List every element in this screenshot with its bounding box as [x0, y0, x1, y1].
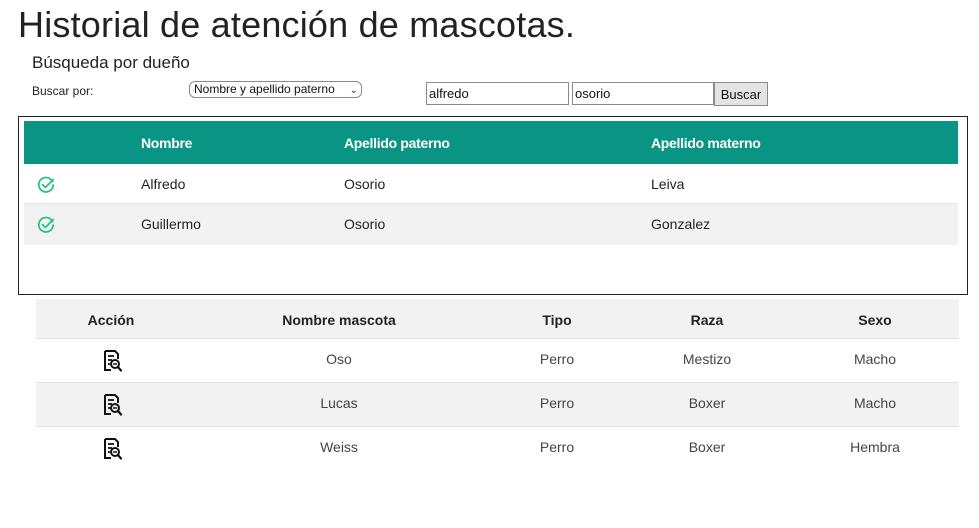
pet-sexo: Hembra	[850, 439, 900, 455]
search-button[interactable]: Buscar	[714, 82, 768, 106]
header-nombre: Nombre	[141, 135, 193, 151]
owner-row[interactable]: Guillermo Osorio Gonzalez	[24, 203, 958, 245]
pets-table-header: Acción Nombre mascota Tipo Raza Sexo	[36, 299, 959, 339]
owner-apellido-materno: Gonzalez	[651, 216, 711, 232]
owner-name-input[interactable]	[426, 82, 569, 105]
header-accion: Acción	[87, 312, 135, 328]
owners-table-header: Nombre Apellido paterno Apellido materno	[24, 121, 958, 164]
pet-sexo: Macho	[853, 351, 897, 367]
search-by-label: Buscar por:	[32, 84, 94, 98]
check-circle-icon[interactable]	[37, 216, 55, 234]
owner-nombre: Alfredo	[141, 176, 186, 192]
document-search-icon[interactable]	[101, 437, 123, 461]
header-apellido-materno: Apellido materno	[651, 135, 761, 151]
pet-nombre: Weiss	[320, 439, 358, 455]
pet-raza: Mestizo	[682, 351, 732, 367]
check-circle-icon[interactable]	[37, 176, 55, 194]
owner-apellido-materno: Leiva	[651, 176, 685, 192]
search-type-select[interactable]: Nombre y apellido paterno ⌄	[189, 81, 362, 98]
pet-raza: Boxer	[688, 439, 726, 455]
owner-row[interactable]: Alfredo Osorio Leiva	[24, 164, 958, 206]
owners-results-panel: Nombre Apellido paterno Apellido materno…	[18, 116, 968, 295]
header-apellido-paterno: Apellido paterno	[344, 135, 450, 151]
pet-row: Weiss Perro Boxer Hembra	[36, 426, 959, 470]
search-subtitle: Búsqueda por dueño	[32, 53, 190, 72]
pet-nombre: Lucas	[320, 395, 358, 411]
search-type-value: Nombre y apellido paterno	[194, 82, 335, 96]
chevron-down-icon: ⌄	[349, 85, 358, 96]
pet-tipo: Perro	[539, 395, 575, 411]
pet-sexo: Macho	[853, 395, 897, 411]
owner-apellido-paterno: Osorio	[344, 176, 386, 192]
document-search-icon[interactable]	[101, 349, 123, 373]
header-raza: Raza	[690, 312, 724, 328]
pet-row: Lucas Perro Boxer Macho	[36, 382, 959, 426]
pet-tipo: Perro	[539, 351, 575, 367]
owner-nombre: Guillermo	[141, 216, 201, 232]
header-tipo: Tipo	[542, 312, 572, 328]
pet-tipo: Perro	[539, 439, 575, 455]
header-sexo: Sexo	[858, 312, 892, 328]
document-search-icon[interactable]	[101, 393, 123, 417]
pet-nombre: Oso	[326, 351, 352, 367]
owner-apellido-paterno: Osorio	[344, 216, 386, 232]
pet-row: Oso Perro Mestizo Macho	[36, 338, 959, 382]
page-title: Historial de atención de mascotas.	[18, 4, 576, 45]
header-nombre-mascota: Nombre mascota	[282, 312, 396, 328]
owner-lastname-input[interactable]	[572, 82, 714, 105]
pet-raza: Boxer	[688, 395, 726, 411]
